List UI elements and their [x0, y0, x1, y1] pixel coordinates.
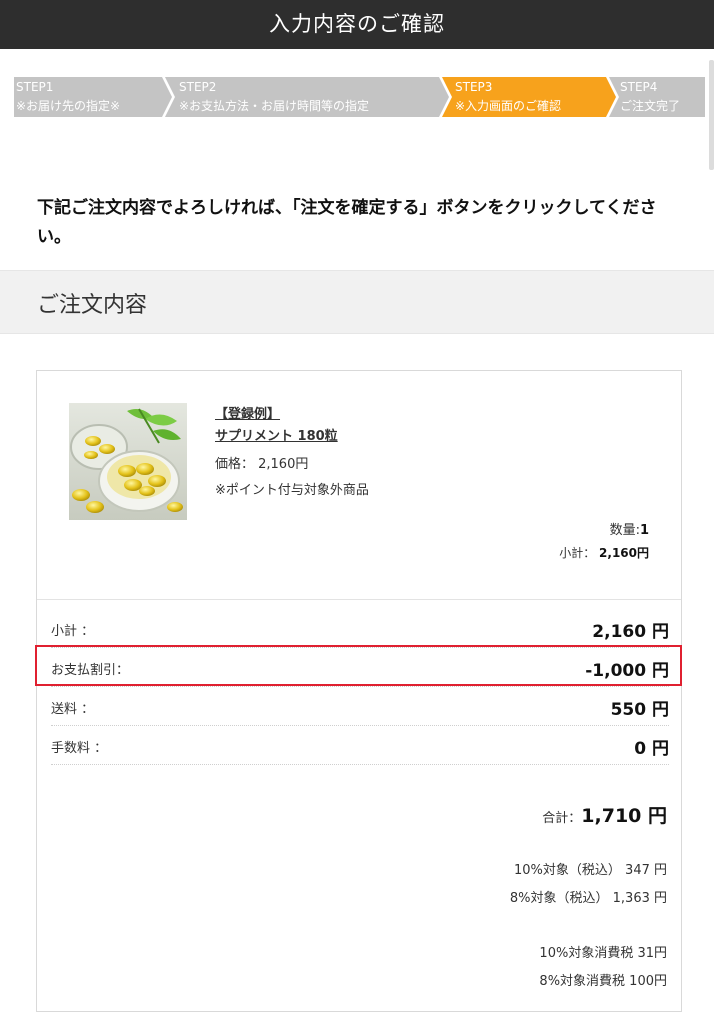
fee-value: 0 円 [634, 739, 669, 759]
step2-label: ※お支払方法・お届け時間等の指定 [179, 99, 370, 113]
step3-label: ※入力画面のご確認 [455, 99, 562, 113]
shipping-value: 550 円 [610, 700, 669, 720]
total-value: 1,710 円 [581, 805, 667, 827]
section-header: ご注文内容 [0, 270, 714, 334]
page-header: 入力内容のご確認 [0, 0, 714, 49]
product-subtotal-label: 小計： [559, 546, 596, 560]
tax-10-inclusive: 10%対象（税込） 347 円 [514, 863, 667, 878]
step1-number: STEP1 [16, 80, 54, 94]
total-label: 合計： [542, 811, 582, 826]
total: 合計：1,710 円 [542, 801, 667, 828]
checkout-steps: STEP1 ※お届け先の指定※ STEP2 ※お支払方法・お届け時間等の指定 S… [14, 77, 705, 117]
discount-label: お支払割引： [51, 663, 130, 678]
shipping-label: 送料 ： [51, 702, 95, 717]
product-image[interactable] [69, 403, 187, 520]
tax-8-inclusive: 8%対象（税込） 1,363 円 [509, 891, 667, 906]
order-card: 【登録例】 サプリメント 180粒 価格： 2,160円 ※ポイント付与対象外商… [36, 370, 682, 1012]
discount-value: -1,000 円 [585, 661, 669, 681]
quantity-label: 数量: [609, 523, 640, 538]
scrollbar[interactable] [709, 60, 714, 170]
discount-row: お支払割引： -1,000 円 [51, 649, 669, 687]
row-divider [51, 647, 669, 648]
row-divider [51, 686, 669, 687]
instruction-text: 下記ご注文内容でよろしければ、「注文を確定する」ボタンをクリックしてください。 [37, 198, 657, 247]
supplement-capsules-photo-icon [69, 403, 187, 520]
step2-number: STEP2 [179, 80, 217, 94]
section-title: ご注文内容 [37, 293, 148, 318]
quantity-value: 1 [639, 523, 649, 538]
fee-label: 手数料 ： [51, 741, 108, 756]
subtotal-value: 2,160 円 [592, 622, 669, 642]
product-subtotal: 小計： 2,160円 [559, 544, 649, 561]
product-tag-link[interactable]: 【登録例】 [215, 403, 280, 422]
tax-10-consumption: 10%対象消費税 31円 [539, 946, 667, 961]
row-divider [51, 764, 669, 765]
step1-label: ※お届け先の指定※ [16, 99, 121, 113]
product-subtotal-value: 2,160円 [599, 546, 649, 560]
fee-row: 手数料 ： 0 円 [51, 727, 669, 765]
divider [37, 599, 681, 600]
row-divider [51, 725, 669, 726]
step3-number: STEP3 [455, 80, 493, 94]
step4-number: STEP4 [620, 80, 658, 94]
shipping-row: 送料 ： 550 円 [51, 688, 669, 726]
product-quantity: 数量:1 [610, 519, 649, 538]
page-title: 入力内容のご確認 [269, 12, 445, 36]
subtotal-row: 小計 ： 2,160 円 [51, 610, 669, 648]
product-name-link[interactable]: サプリメント 180粒 [215, 425, 338, 444]
tax-8-consumption: 8%対象消費税 100円 [539, 974, 667, 989]
step4-label: ご注文完了 [620, 99, 681, 113]
product-note: ※ポイント付与対象外商品 [215, 483, 369, 498]
product-price: 価格： 2,160円 [215, 457, 309, 472]
subtotal-label: 小計 ： [51, 624, 95, 639]
